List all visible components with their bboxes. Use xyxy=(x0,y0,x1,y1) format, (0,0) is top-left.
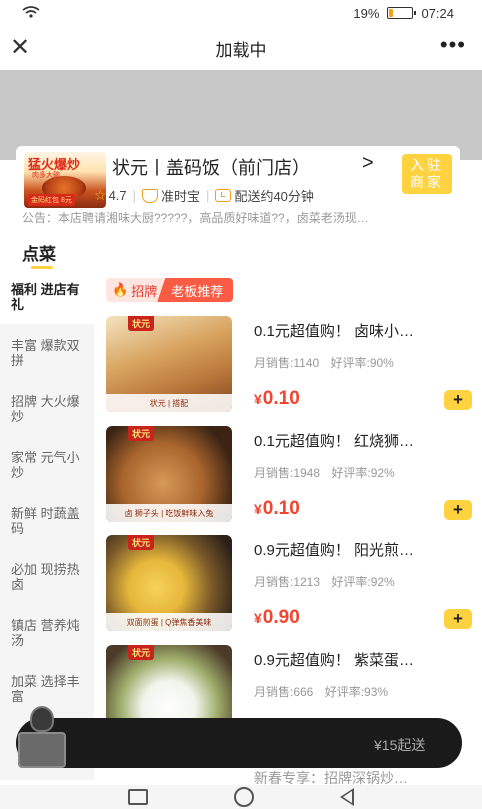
back-icon[interactable] xyxy=(340,788,354,806)
product-stats: 月销售:1948 好评率:92% xyxy=(254,464,395,481)
section-tag[interactable]: 🔥 招牌 老板推荐 xyxy=(106,278,234,302)
category-sidebar: 福利 进店有礼 丰富 爆款双拼 招牌 大火爆炒 家常 元气小炒 新鲜 时蔬盖码 … xyxy=(0,270,94,780)
product-title: 0.9元超值购！ 阳光煎… xyxy=(254,542,415,559)
product-item[interactable]: 状元 卤 狮子头 | 吃饭鲜味入兔 0.1元超值购！ 红烧狮… 月销售:1948… xyxy=(104,426,482,534)
sidebar-item-soup[interactable]: 镇店 营养炖汤 xyxy=(0,606,94,660)
tab-order[interactable]: 点菜 xyxy=(22,240,56,265)
brand-badge: 状元 xyxy=(128,645,155,660)
shop-name[interactable]: 状元丨盖码饭（前门店） xyxy=(112,154,310,180)
monthly-sales: 月销售:1140 xyxy=(254,356,320,370)
system-nav-bar xyxy=(0,785,482,809)
tag-left-label: 招牌 xyxy=(131,283,158,299)
battery-icon xyxy=(387,7,417,19)
image-caption: 状元 | 搭配 xyxy=(106,394,232,412)
recents-icon[interactable] xyxy=(128,789,148,805)
product-image[interactable]: 状元 卤 狮子头 | 吃饭鲜味入兔 xyxy=(106,426,232,522)
product-stats: 月销售:666 好评率:93% xyxy=(254,683,388,700)
signature-tag: 🔥 招牌 xyxy=(106,278,164,302)
shield-icon xyxy=(142,188,159,203)
min-order-label[interactable]: ¥15起送 xyxy=(374,735,425,755)
brand-badge: 状元 xyxy=(128,535,155,550)
plus-icon[interactable]: + xyxy=(444,500,472,520)
sidebar-item-braised[interactable]: 必加 现捞热卤 xyxy=(0,550,94,604)
positive-rate: 好评率:92% xyxy=(331,466,395,480)
image-caption: 卤 狮子头 | 吃饭鲜味入兔 xyxy=(106,504,232,522)
product-stats: 月销售:1213 好评率:92% xyxy=(254,573,395,590)
divider: | xyxy=(206,188,210,203)
product-item[interactable]: 状元 状元 | 搭配 0.1元超值购！ 卤味小… 月销售:1140 好评率:90… xyxy=(104,316,482,424)
product-image[interactable]: 状元 状元 | 搭配 xyxy=(106,316,232,412)
product-stats: 月销售:1140 好评率:90% xyxy=(254,354,394,371)
product-title: 0.1元超值购！ 红烧狮… xyxy=(254,433,415,450)
image-caption: 双面煎蛋 | Q弹焦香美味 xyxy=(106,613,232,631)
mascot-head xyxy=(30,706,54,732)
star-icon: ☆ xyxy=(94,187,107,203)
sidebar-item-home-style[interactable]: 家常 元气小炒 xyxy=(0,438,94,492)
positive-rate: 好评率:93% xyxy=(324,685,389,699)
on-time-label: 准时宝 xyxy=(161,189,201,204)
home-icon[interactable] xyxy=(234,787,254,807)
currency-symbol: ¥ xyxy=(254,610,262,626)
cart-icon[interactable] xyxy=(14,706,72,768)
enter-merchant-button[interactable]: 入驻商家 xyxy=(402,154,452,194)
page-title: 加载中 xyxy=(215,40,267,60)
boss-recommend-tag: 老板推荐 xyxy=(157,278,234,302)
battery-percent: 19% xyxy=(353,5,380,21)
product-image[interactable]: 状元 双面煎蛋 | Q弹焦香美味 xyxy=(106,535,232,631)
currency-symbol: ¥ xyxy=(254,501,262,517)
plus-icon[interactable]: + xyxy=(444,390,472,410)
shop-rating: 4.7 xyxy=(108,188,127,203)
brand-badge: 状元 xyxy=(128,316,155,331)
divider: | xyxy=(132,188,137,203)
product-item[interactable]: 状元 双面煎蛋 | Q弹焦香美味 0.9元超值购！ 阳光煎… 月销售:1213 … xyxy=(104,535,482,643)
product-title: 0.9元超值购！ 紫菜蛋… xyxy=(254,652,415,669)
positive-rate: 好评率:92% xyxy=(331,575,395,589)
price-value: 0.90 xyxy=(262,607,300,628)
plus-icon[interactable]: + xyxy=(444,609,472,629)
clock-icon xyxy=(215,189,232,202)
status-bar: 19% 07:24 xyxy=(0,0,482,26)
status-right: 19% 07:24 xyxy=(353,6,454,21)
monthly-sales: 月销售:1948 xyxy=(254,466,321,480)
shop-meta: ☆ 4.7 | 准时宝 | 配送约40分钟 xyxy=(94,186,314,205)
shop-notice[interactable]: 公告：本店聘请湘味大厨?????，高品质好味道??，卤菜老汤现… xyxy=(22,209,452,226)
fire-icon: 🔥 xyxy=(112,282,129,297)
currency-symbol: ¥ xyxy=(254,391,262,407)
clock-time: 07:24 xyxy=(421,5,454,21)
tab-indicator xyxy=(31,266,53,269)
more-icon[interactable]: ••• xyxy=(440,32,466,58)
sidebar-item-signature[interactable]: 招牌 大火爆炒 xyxy=(0,382,94,436)
wifi-icon xyxy=(22,5,40,21)
price-value: 0.10 xyxy=(262,498,300,519)
product-price: ¥0.90 xyxy=(254,607,300,629)
product-price: ¥0.10 xyxy=(254,498,300,520)
delivery-time: 配送约40分钟 xyxy=(234,189,314,204)
positive-rate: 好评率:90% xyxy=(330,356,394,370)
price-value: 0.10 xyxy=(262,388,300,409)
monthly-sales: 月销售:666 xyxy=(254,685,314,699)
monthly-sales: 月销售:1213 xyxy=(254,575,321,589)
close-icon[interactable]: ✕ xyxy=(6,33,34,61)
product-price: ¥0.10 xyxy=(254,388,300,410)
brand-badge: 状元 xyxy=(128,426,155,441)
sidebar-item-vegetables[interactable]: 新鲜 时蔬盖码 xyxy=(0,494,94,548)
sidebar-item-welfare[interactable]: 福利 进店有礼 xyxy=(0,270,94,324)
logo-tag: 金码红包 8元 xyxy=(28,194,75,206)
nav-bar: ✕ 加载中 ••• xyxy=(0,26,482,70)
mascot-box xyxy=(18,732,66,768)
chevron-right-icon[interactable]: > xyxy=(362,152,374,175)
sidebar-item-combo[interactable]: 丰富 爆款双拼 xyxy=(0,326,94,380)
product-title: 0.1元超值购！ 卤味小… xyxy=(254,323,415,340)
